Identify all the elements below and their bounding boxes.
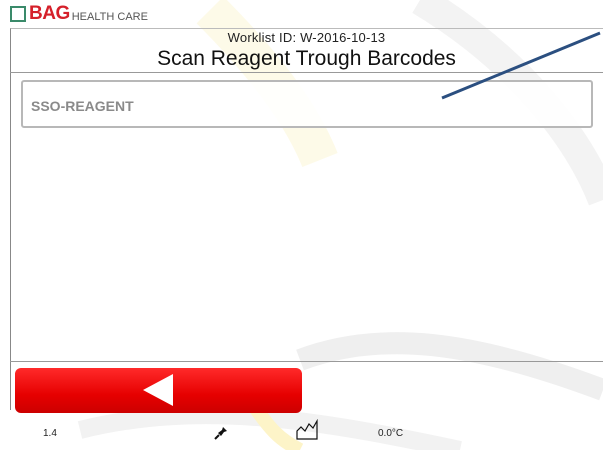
back-button[interactable] [15, 368, 302, 413]
version-label: 1.4 [43, 428, 57, 439]
page-header: Worklist ID: W-2016-10-13 Scan Reagent T… [10, 28, 603, 73]
worklist-id: Worklist ID: W-2016-10-13 [227, 30, 386, 45]
page-title: Scan Reagent Trough Barcodes [157, 47, 456, 70]
reagent-field-label: SSO-REAGENT [31, 98, 134, 114]
header-divider [10, 72, 603, 73]
brand-subtitle: HEALTH CARE [71, 10, 148, 23]
temperature-readout: 0.0°C [378, 428, 404, 439]
reagent-barcode-field[interactable]: SSO-REAGENT [21, 80, 593, 128]
trend-chart-icon [296, 419, 318, 440]
back-arrow-icon [143, 374, 173, 406]
logo-square-icon [10, 6, 26, 22]
status-bar: 1.4 0.0°C [10, 415, 603, 450]
footer-divider [10, 361, 603, 362]
pin-icon [214, 427, 227, 440]
brand-name: BAG [29, 3, 70, 24]
brand-logo: BAG HEALTH CARE [10, 3, 148, 24]
